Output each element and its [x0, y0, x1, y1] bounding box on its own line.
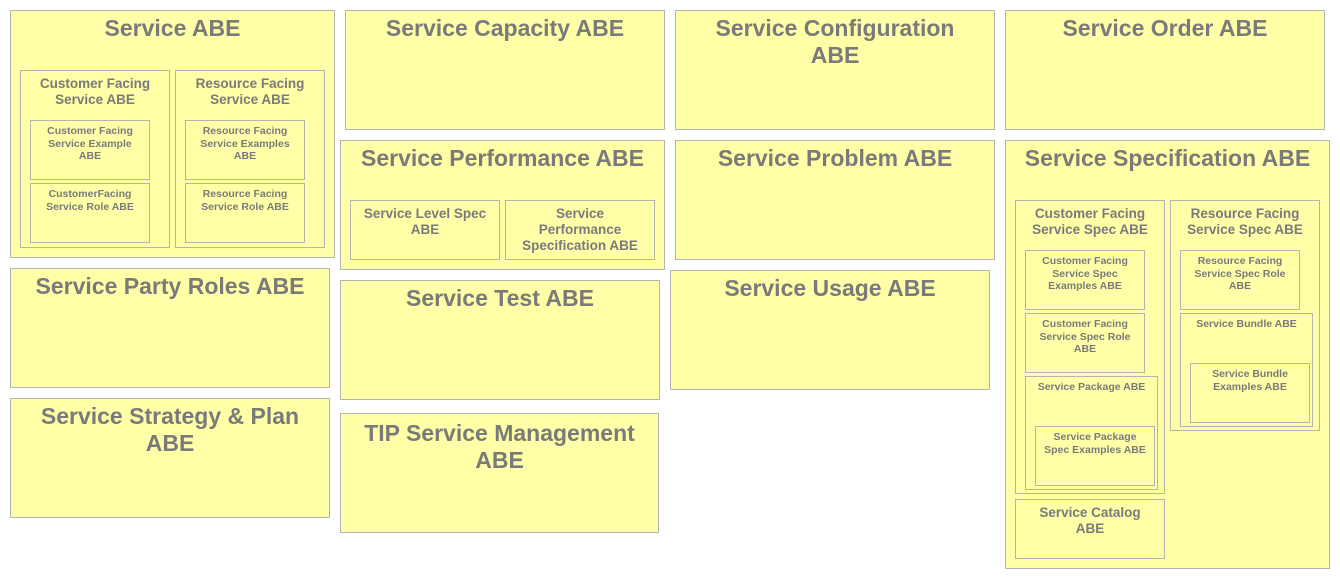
service-party-roles-abe-box: Service Party Roles ABE — [10, 268, 330, 388]
service-problem-abe-box: Service Problem ABE — [675, 140, 995, 260]
service-performance-specification-abe-box: Service Performance Specification ABE — [505, 200, 655, 260]
resource-facing-service-role-abe-title: Resource Facing Service Role ABE — [201, 188, 289, 213]
customer-facing-service-spec-examples-abe-box: Customer Facing Service Spec Examples AB… — [1025, 250, 1145, 310]
customer-facing-service-example-abe-box: Customer Facing Service Example ABE — [30, 120, 150, 180]
service-problem-abe-title: Service Problem ABE — [717, 145, 953, 171]
service-usage-abe-title: Service Usage ABE — [724, 275, 936, 301]
service-performance-abe-title: Service Performance ABE — [361, 145, 644, 171]
customer-facing-service-spec-examples-abe-title: Customer Facing Service Spec Examples AB… — [1042, 255, 1128, 293]
service-package-abe-title: Service Package ABE — [1037, 381, 1146, 393]
service-order-abe-title: Service Order ABE — [1062, 15, 1268, 41]
resource-facing-service-examples-abe-box: Resource Facing Service Examples ABE — [185, 120, 305, 180]
resource-facing-service-spec-role-abe-title: Resource Facing Service Spec Role ABE — [1194, 255, 1286, 293]
service-party-roles-abe-title: Service Party Roles ABE — [35, 273, 305, 299]
customer-facing-service-spec-role-abe-title: Customer Facing Service Spec Role ABE — [1039, 318, 1131, 356]
customer-facing-service-spec-role-abe-box: Customer Facing Service Spec Role ABE — [1025, 313, 1145, 373]
tip-service-management-abe-title: TIP Service Management ABE — [364, 420, 635, 474]
service-bundle-examples-abe-box: Service Bundle Examples ABE — [1190, 363, 1310, 423]
customer-facing-service-abe-title: Customer Facing Service ABE — [39, 76, 151, 108]
service-abe-title: Service ABE — [104, 15, 241, 41]
customer-facing-service-spec-abe-title: Customer Facing Service Spec ABE — [1032, 206, 1148, 238]
service-order-abe-box: Service Order ABE — [1005, 10, 1325, 130]
service-configuration-abe-title: Service Configuration ABE — [715, 15, 955, 69]
service-level-spec-abe-title: Service Level Spec ABE — [363, 206, 487, 238]
service-configuration-abe-box: Service Configuration ABE — [675, 10, 995, 130]
resource-facing-service-abe-title: Resource Facing Service ABE — [195, 76, 305, 108]
customer-facing-service-role-abe-box: CustomerFacing Service Role ABE — [30, 183, 150, 243]
service-specification-abe-title: Service Specification ABE — [1024, 145, 1311, 171]
service-catalog-abe-title: Service Catalog ABE — [1039, 505, 1141, 537]
service-test-abe-title: Service Test ABE — [406, 285, 594, 311]
resource-facing-service-examples-abe-title: Resource Facing Service Examples ABE — [200, 125, 290, 163]
resource-facing-service-role-abe-box: Resource Facing Service Role ABE — [185, 183, 305, 243]
service-strategy-plan-abe-title: Service Strategy & Plan ABE — [40, 403, 300, 457]
service-test-abe-box: Service Test ABE — [340, 280, 660, 400]
service-capacity-abe-title: Service Capacity ABE — [385, 15, 625, 41]
customer-facing-service-example-abe-title: Customer Facing Service Example ABE — [47, 125, 133, 163]
service-capacity-abe-box: Service Capacity ABE — [345, 10, 665, 130]
service-usage-abe-box: Service Usage ABE — [670, 270, 990, 390]
service-bundle-examples-abe-title: Service Bundle Examples ABE — [1212, 368, 1288, 393]
tip-service-management-abe-box: TIP Service Management ABE — [340, 413, 659, 533]
service-catalog-abe-box: Service Catalog ABE — [1015, 499, 1165, 559]
service-package-spec-examples-abe-title: Service Package Spec Examples ABE — [1044, 431, 1146, 456]
service-strategy-plan-abe-box: Service Strategy & Plan ABE — [10, 398, 330, 518]
service-bundle-abe-title: Service Bundle ABE — [1196, 318, 1297, 330]
customer-facing-service-role-abe-title: CustomerFacing Service Role ABE — [46, 188, 134, 213]
service-performance-specification-abe-title: Service Performance Specification ABE — [522, 206, 638, 254]
resource-facing-service-spec-role-abe-box: Resource Facing Service Spec Role ABE — [1180, 250, 1300, 310]
resource-facing-service-spec-abe-title: Resource Facing Service Spec ABE — [1187, 206, 1303, 238]
service-package-spec-examples-abe-box: Service Package Spec Examples ABE — [1035, 426, 1155, 486]
service-level-spec-abe-box: Service Level Spec ABE — [350, 200, 500, 260]
